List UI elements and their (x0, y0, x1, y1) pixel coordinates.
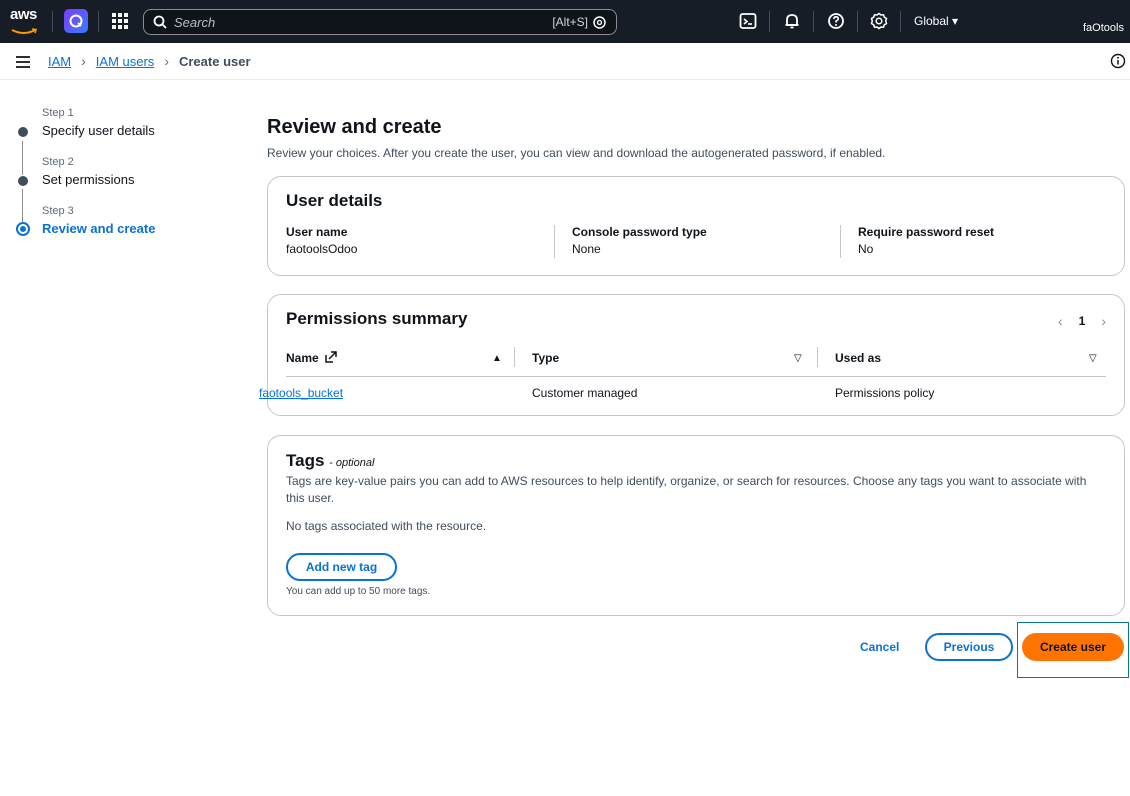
step-number: Step 3 (42, 205, 74, 217)
policy-used-as-cell: Permissions policy (835, 386, 935, 400)
next-page-chevron-icon[interactable]: › (1101, 313, 1106, 329)
step-dot-icon (18, 176, 28, 186)
column-header-type[interactable]: Type (532, 351, 559, 365)
help-icon[interactable] (826, 11, 846, 31)
policy-type-cell: Customer managed (532, 386, 638, 400)
tags-title-text: Tags (286, 451, 325, 470)
tags-card: Tags - optional Tags are key-value pairs… (267, 435, 1125, 616)
column-divider (817, 347, 818, 367)
step-label: Review and create (42, 221, 156, 236)
pagination: ‹ 1 › (1058, 313, 1106, 329)
cloudshell-icon[interactable] (738, 11, 758, 31)
field-value: No (858, 242, 874, 256)
require-password-reset-field: Require password reset No (858, 225, 994, 256)
user-name-field: User name faotoolsOdoo (286, 225, 357, 256)
page-description: Review your choices. After you create th… (267, 146, 886, 160)
card-title: Permissions summary (286, 309, 468, 328)
step-number: Step 1 (42, 107, 74, 119)
info-icon[interactable] (1110, 53, 1126, 69)
column-header-name[interactable]: Name (286, 351, 337, 365)
nav-divider (813, 11, 814, 32)
step-current-icon (16, 222, 30, 236)
previous-page-chevron-icon[interactable]: ‹ (1058, 313, 1063, 329)
step-dot-icon (18, 127, 28, 137)
breadcrumb-current: Create user (178, 53, 251, 69)
step-label: Specify user details (42, 123, 155, 138)
breadcrumb: IAM › IAM users › Create user (48, 53, 251, 69)
breadcrumb-separator-icon: › (164, 53, 169, 69)
nav-divider (98, 11, 99, 32)
amazon-q-search-icon[interactable] (593, 16, 606, 29)
nav-divider (900, 11, 901, 32)
column-divider (514, 347, 515, 367)
nav-divider (857, 11, 858, 32)
aws-logo-text: aws (10, 6, 37, 23)
step-connector (22, 189, 23, 222)
breadcrumb-separator-icon: › (81, 53, 86, 69)
sort-descending-icon[interactable]: ▽ (1089, 353, 1097, 364)
sort-descending-icon[interactable]: ▽ (794, 353, 802, 364)
aws-smile-icon (11, 28, 38, 34)
top-navigation: aws [Alt+S] (0, 0, 1130, 43)
sort-ascending-icon[interactable]: ▲ (492, 353, 502, 364)
notifications-bell-icon[interactable] (782, 11, 802, 31)
current-page-number[interactable]: 1 (1079, 314, 1086, 328)
field-key: User name (286, 225, 348, 239)
breadcrumb-bar: IAM › IAM users › Create user (0, 43, 1130, 80)
field-key: Require password reset (858, 225, 995, 239)
add-new-tag-button[interactable]: Add new tag (286, 553, 397, 581)
search-input[interactable] (174, 13, 544, 31)
column-divider (554, 225, 555, 258)
console-password-type-field: Console password type None (572, 225, 707, 256)
table-header-divider (286, 376, 1106, 377)
breadcrumb-iam[interactable]: IAM (48, 54, 71, 69)
previous-button[interactable]: Previous (925, 633, 1013, 661)
column-divider (840, 225, 841, 258)
account-menu[interactable]: faOtools (1083, 22, 1124, 34)
step-number: Step 2 (42, 156, 74, 168)
search-box[interactable]: [Alt+S] (143, 9, 617, 35)
user-details-card: User details User name faotoolsOdoo Cons… (267, 176, 1125, 276)
breadcrumb-iam-users[interactable]: IAM users (96, 54, 155, 69)
amazon-q-icon[interactable] (64, 9, 88, 33)
cancel-button[interactable]: Cancel (860, 640, 899, 654)
search-icon (153, 15, 167, 29)
field-value: faotoolsOdoo (286, 242, 358, 256)
permissions-summary-card: Permissions summary ‹ 1 › Name ▲ Type ▽ … (259, 294, 1125, 416)
region-selector[interactable]: Global ▾ (914, 14, 958, 28)
tags-empty-state: No tags associated with the resource. (286, 519, 487, 533)
create-user-button[interactable]: Create user (1022, 633, 1124, 661)
optional-label: - optional (329, 457, 375, 469)
column-header-label: Name (286, 351, 319, 365)
services-grid-icon[interactable] (111, 12, 129, 30)
page-title: Review and create (267, 116, 442, 138)
search-shortcut-hint: [Alt+S] (552, 15, 588, 29)
field-key: Console password type (572, 225, 707, 239)
settings-gear-icon[interactable] (869, 11, 889, 31)
policy-name-link[interactable]: faotools_bucket (259, 386, 343, 400)
column-header-used-as[interactable]: Used as (835, 351, 881, 365)
external-link-icon (325, 351, 337, 363)
menu-hamburger-icon[interactable] (16, 55, 30, 68)
nav-divider (769, 11, 770, 32)
tags-limit-note: You can add up to 50 more tags. (286, 586, 431, 597)
aws-logo[interactable]: aws (10, 7, 40, 35)
tags-description: Tags are key-value pairs you can add to … (286, 474, 1087, 505)
field-value: None (572, 242, 601, 256)
card-title: User details (286, 191, 383, 210)
card-title: Tags - optional (286, 451, 374, 471)
step-label: Set permissions (42, 172, 135, 187)
step-connector (22, 141, 23, 175)
nav-divider (52, 11, 53, 32)
